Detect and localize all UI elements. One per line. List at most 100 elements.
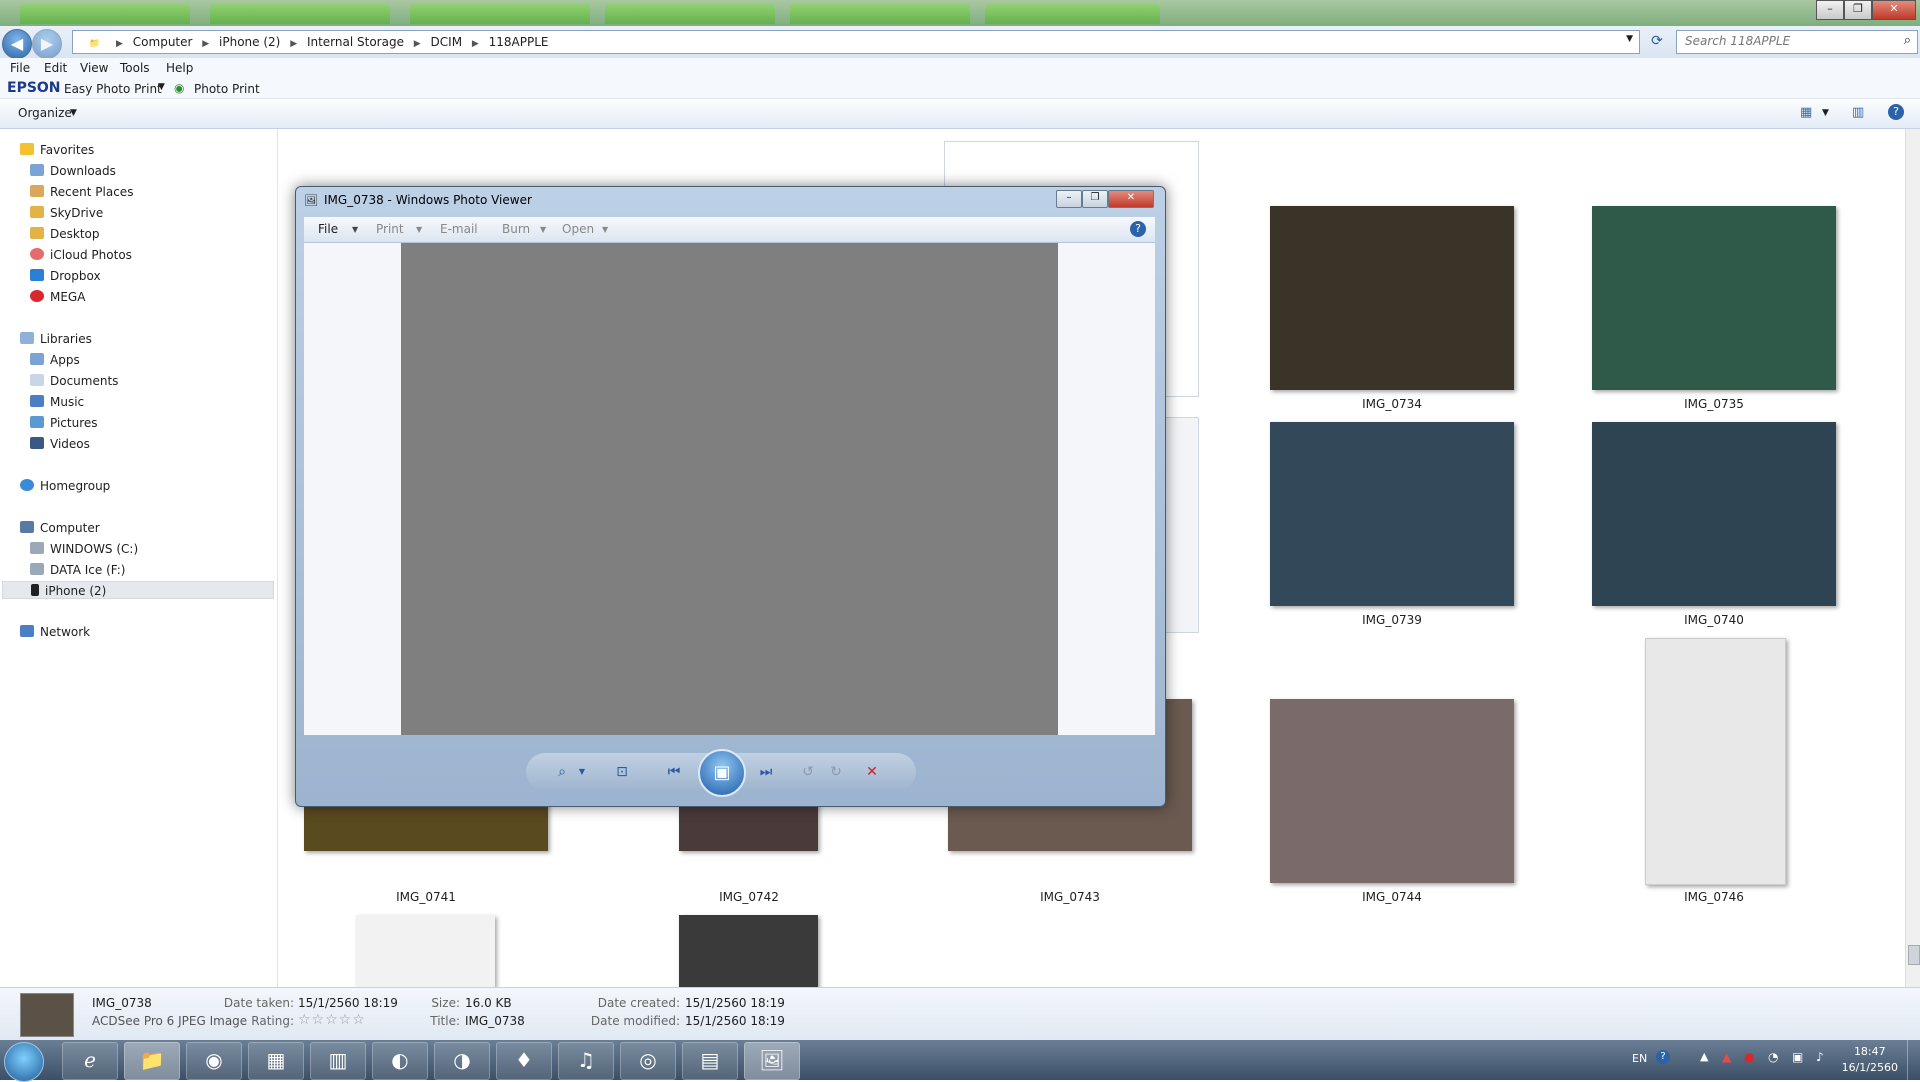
thumbnail-image[interactable]	[1270, 699, 1514, 883]
viewer-minimize-button[interactable]: –	[1056, 190, 1082, 208]
rotate-right-icon[interactable]: ↻	[824, 761, 848, 783]
breadcrumb-item[interactable]: 118APPLE	[489, 35, 549, 49]
background-tab[interactable]	[410, 4, 590, 24]
viewer-menu-email[interactable]: E-mail	[440, 222, 478, 236]
show-hidden-icons-icon[interactable]: ▲	[1700, 1050, 1708, 1063]
app-icon[interactable]: ▥	[310, 1042, 366, 1080]
maximize-button[interactable]: ❐	[1844, 0, 1872, 20]
breadcrumb-item[interactable]: Internal Storage	[307, 35, 404, 49]
background-tab[interactable]	[210, 4, 390, 24]
photo-print-button[interactable]: Photo Print	[194, 82, 260, 96]
nav-icloud-photos[interactable]: iCloud Photos	[30, 246, 132, 264]
forward-button[interactable]: ▶	[32, 29, 62, 59]
search-icon[interactable]: ⌕	[1904, 33, 1911, 48]
delete-icon[interactable]: ✕	[860, 761, 884, 783]
photo-viewer-taskbar-icon[interactable]: 🖼	[744, 1042, 800, 1080]
rating-stars[interactable]: ☆☆☆☆☆	[298, 1012, 366, 1028]
chevron-down-icon[interactable]: ▼	[602, 225, 608, 234]
volume-icon[interactable]: ♪	[1816, 1050, 1824, 1064]
language-indicator[interactable]: EN	[1632, 1052, 1647, 1065]
app-icon[interactable]: ▤	[682, 1042, 738, 1080]
nav-windows-c[interactable]: WINDOWS (C:)	[30, 540, 138, 558]
nav-homegroup[interactable]: Homegroup	[20, 477, 110, 495]
title-value[interactable]: IMG_0738	[465, 1014, 525, 1028]
nav-libraries[interactable]: Libraries	[20, 330, 92, 348]
viewer-menu-file[interactable]: File	[318, 222, 338, 236]
app-icon[interactable]: ◉	[186, 1042, 242, 1080]
clock[interactable]: 18:47 16/1/2560	[1842, 1044, 1898, 1076]
viewer-maximize-button[interactable]: ❐	[1082, 190, 1108, 208]
chevron-down-icon[interactable]: ▼	[416, 225, 422, 234]
breadcrumb-item[interactable]: Computer	[133, 35, 193, 49]
nav-dropbox[interactable]: Dropbox	[30, 267, 101, 285]
viewer-menu-burn[interactable]: Burn	[502, 222, 530, 236]
nav-skydrive[interactable]: SkyDrive	[30, 204, 103, 222]
nav-data-f[interactable]: DATA Ice (F:)	[30, 561, 125, 579]
back-button[interactable]: ◀	[2, 29, 32, 59]
viewer-menu-open[interactable]: Open	[562, 222, 594, 236]
chevron-down-icon[interactable]: ▼	[352, 225, 358, 234]
app-icon[interactable]: ♦	[496, 1042, 552, 1080]
thumbnail-image[interactable]	[1270, 206, 1514, 390]
nav-downloads[interactable]: Downloads	[30, 162, 116, 180]
chevron-down-icon[interactable]: ▼	[70, 108, 77, 118]
thumbnail-image[interactable]	[1592, 422, 1836, 606]
chevron-down-icon[interactable]: ▼	[570, 761, 594, 783]
thumbnail-image[interactable]	[679, 915, 818, 987]
preview-pane-icon[interactable]: ▥	[1852, 105, 1864, 120]
nav-network[interactable]: Network	[20, 623, 90, 641]
nav-mega[interactable]: MEGA	[30, 288, 85, 306]
minimize-button[interactable]: –	[1816, 0, 1844, 20]
menu-view[interactable]: View	[80, 61, 108, 75]
address-bar[interactable]: 📁 ▶ Computer ▶ iPhone (2) ▶ Internal Sto…	[72, 30, 1640, 54]
menu-edit[interactable]: Edit	[44, 61, 67, 75]
breadcrumb-item[interactable]: iPhone (2)	[219, 35, 280, 49]
help-icon[interactable]: ?	[1888, 104, 1904, 120]
search-input[interactable]: Search 118APPLE ⌕	[1676, 30, 1918, 54]
apps-grid-icon[interactable]: ▦	[248, 1042, 304, 1080]
help-icon[interactable]: ?	[1656, 1050, 1670, 1064]
app-icon[interactable]: ◐	[372, 1042, 428, 1080]
itunes-icon[interactable]: ♫	[558, 1042, 614, 1080]
breadcrumb-item[interactable]: DCIM	[431, 35, 463, 49]
internet-explorer-icon[interactable]: ℯ	[62, 1042, 118, 1080]
menu-help[interactable]: Help	[166, 61, 193, 75]
chevron-down-icon[interactable]: ▼	[158, 82, 165, 92]
nav-pictures[interactable]: Pictures	[30, 414, 98, 432]
background-tab[interactable]	[985, 4, 1160, 24]
help-icon[interactable]: ?	[1130, 221, 1146, 237]
tray-icon[interactable]: ◔	[1768, 1050, 1778, 1064]
chrome-icon[interactable]: ◎	[620, 1042, 676, 1080]
close-button[interactable]: ✕	[1872, 0, 1916, 20]
chevron-down-icon[interactable]: ▼	[540, 225, 546, 234]
network-icon[interactable]: ▣	[1792, 1050, 1803, 1064]
dropdown-arrow-icon[interactable]: ▼	[1626, 34, 1633, 44]
file-explorer-icon[interactable]: 📁	[124, 1042, 180, 1080]
actual-size-icon[interactable]: ⊡	[610, 761, 634, 783]
thumbnail-image[interactable]	[356, 915, 495, 987]
rotate-left-icon[interactable]: ↺	[796, 761, 820, 783]
background-tab[interactable]	[605, 4, 775, 24]
mega-icon[interactable]: ●	[1744, 1050, 1754, 1064]
organize-button[interactable]: Organize	[18, 106, 72, 120]
background-tab[interactable]	[20, 4, 190, 24]
viewer-menu-print[interactable]: Print	[376, 222, 404, 236]
thumbnail-image[interactable]	[1645, 638, 1786, 885]
refresh-icon[interactable]: ⟳	[1646, 30, 1668, 52]
nav-apps[interactable]: Apps	[30, 351, 80, 369]
nav-videos[interactable]: Videos	[30, 435, 90, 453]
chevron-down-icon[interactable]: ▼	[1822, 108, 1829, 118]
menu-tools[interactable]: Tools	[120, 61, 150, 75]
view-options-icon[interactable]: ▦	[1800, 105, 1812, 120]
scrollbar-thumb[interactable]	[1908, 945, 1920, 965]
background-tab[interactable]	[790, 4, 970, 24]
nav-music[interactable]: Music	[30, 393, 84, 411]
tray-icon[interactable]: ▲	[1722, 1050, 1731, 1064]
slideshow-button[interactable]: ▣	[698, 749, 746, 797]
date-taken-value[interactable]: 15/1/2560 18:19	[298, 996, 398, 1010]
nav-favorites[interactable]: Favorites	[20, 141, 94, 159]
start-button[interactable]	[4, 1042, 44, 1082]
menu-file[interactable]: File	[10, 61, 30, 75]
next-icon[interactable]: ⏭	[754, 761, 778, 783]
nav-documents[interactable]: Documents	[30, 372, 118, 390]
